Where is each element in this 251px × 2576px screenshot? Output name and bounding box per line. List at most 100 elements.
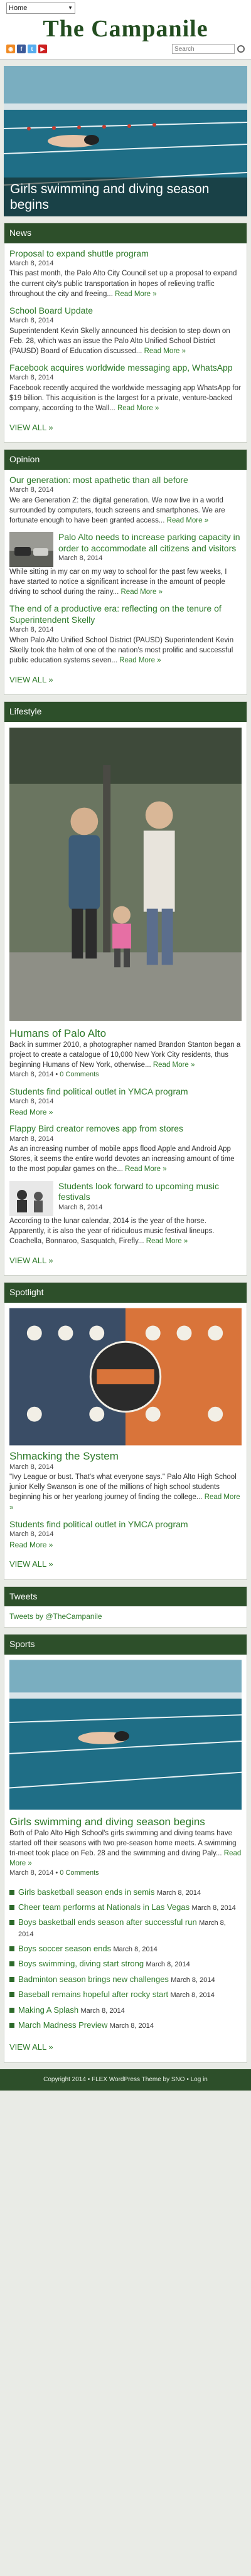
story-date: March 8, 2014 xyxy=(9,260,54,268)
rss-icon[interactable]: ◉ xyxy=(6,45,15,53)
comments-link[interactable]: 0 Comments xyxy=(60,1869,99,1877)
story-meta: March 8, 2014 • 0 Comments xyxy=(9,1071,99,1079)
story-title[interactable]: Facebook acquires worldwide messaging ap… xyxy=(9,363,242,374)
site-logo[interactable]: The Campanile xyxy=(6,16,245,41)
spotlight-section: Spotlight Shmacking the System March 8, … xyxy=(4,1282,247,1580)
story-title[interactable]: Palo Alto needs to increase parking capa… xyxy=(58,532,242,554)
headline-link[interactable]: Cheer team performs at Nationals in Las … xyxy=(18,1902,190,1912)
headline-link[interactable]: Boys basketball ends season after succes… xyxy=(18,1917,197,1927)
story-date: March 8, 2014 xyxy=(58,1203,103,1211)
page: Home ▼ The Campanile ◉ f t ▶ Search Girl… xyxy=(0,0,251,2091)
read-more-link[interactable]: Read More » xyxy=(115,290,156,298)
story-title[interactable]: Students look forward to upcoming music … xyxy=(58,1181,242,1203)
sports-photo[interactable] xyxy=(9,1660,242,1810)
read-more-link[interactable]: Read More » xyxy=(144,347,186,355)
tweets-section: Tweets Tweets by @TheCampanile xyxy=(4,1586,247,1628)
search-input[interactable] xyxy=(172,44,235,54)
nav-dropdown[interactable]: Home ▼ xyxy=(6,3,75,14)
festival-thumbnail[interactable] xyxy=(9,1180,53,1216)
story-date: March 8, 2014 xyxy=(9,486,54,494)
story-meta: March 8, 2014 • 0 Comments xyxy=(9,1869,99,1877)
read-more-link[interactable]: Read More » xyxy=(9,1108,53,1116)
bullet-icon xyxy=(9,1976,14,1982)
hero-image[interactable]: Girls swimming and diving season begins xyxy=(4,66,247,216)
headline-link[interactable]: Girls basketball season ends in semis xyxy=(18,1887,155,1897)
story-title[interactable]: Proposal to expand shuttle program xyxy=(9,248,242,260)
headline-date: March 8, 2014 xyxy=(146,1961,190,1969)
bullet-icon xyxy=(9,2023,14,2028)
list-item: Badminton season brings new challenges M… xyxy=(9,1972,242,1987)
spotlight-graphic[interactable] xyxy=(9,1308,242,1446)
story-date: March 8, 2014 xyxy=(9,1530,54,1539)
news-heading: News xyxy=(4,223,247,243)
headline-date: March 8, 2014 xyxy=(171,1976,215,1984)
search-icon[interactable] xyxy=(237,45,245,53)
view-all-news-link[interactable]: VIEW ALL » xyxy=(9,422,242,433)
story-date: March 8, 2014 xyxy=(58,554,103,563)
sports-section: Sports Girls swimming and diving season … xyxy=(4,1633,247,2063)
facebook-icon[interactable]: f xyxy=(17,45,26,53)
story-title[interactable]: Flappy Bird creator removes app from sto… xyxy=(9,1123,242,1135)
opinion-story: Palo Alto needs to increase parking capa… xyxy=(9,532,242,597)
hero-caption[interactable]: Girls swimming and diving season begins xyxy=(4,177,247,216)
nav-dropdown-value: Home xyxy=(9,4,28,12)
read-more-link[interactable]: Read More » xyxy=(125,1165,166,1173)
story-date: March 8, 2014 xyxy=(9,1135,54,1143)
comments-link[interactable]: 0 Comments xyxy=(60,1071,99,1078)
story-title[interactable]: Shmacking the System xyxy=(9,1450,242,1463)
twitter-timeline-link[interactable]: Tweets by @TheCampanile xyxy=(9,1612,102,1621)
headline-link[interactable]: March Madness Preview xyxy=(18,2020,107,2030)
headline-link[interactable]: Boys swimming, diving start strong xyxy=(18,1959,144,1968)
social-icons: ◉ f t ▶ xyxy=(6,45,47,53)
twitter-icon[interactable]: t xyxy=(28,45,36,53)
headline-date: March 8, 2014 xyxy=(191,1904,236,1912)
headline-link[interactable]: Making A Splash xyxy=(18,2005,78,2015)
story-title[interactable]: Girls swimming and diving season begins xyxy=(9,1815,242,1828)
bullet-icon xyxy=(9,1992,14,1998)
youtube-icon[interactable]: ▶ xyxy=(38,45,47,53)
site-footer: Copyright 2014 • FLEX WordPress Theme by… xyxy=(0,2069,251,2091)
story-excerpt: According to the lunar calendar, 2014 is… xyxy=(9,1217,215,1245)
spotlight-story: Students find political outlet in YMCA p… xyxy=(9,1519,242,1550)
read-more-link[interactable]: Read More » xyxy=(153,1061,195,1069)
headline-date: March 8, 2014 xyxy=(170,1991,215,2000)
story-title[interactable]: Our generation: most apathetic than all … xyxy=(9,475,242,486)
humans-photo[interactable] xyxy=(9,727,242,1022)
bullet-icon xyxy=(9,1889,14,1895)
read-more-link[interactable]: Read More » xyxy=(119,657,161,664)
view-all-lifestyle-link[interactable]: VIEW ALL » xyxy=(9,1255,242,1266)
read-more-link[interactable]: Read More » xyxy=(117,405,159,412)
story-excerpt: As an increasing number of mobile apps f… xyxy=(9,1145,235,1174)
read-more-link[interactable]: Read More » xyxy=(9,1540,53,1549)
story-date: March 8, 2014 xyxy=(9,1098,54,1106)
opinion-heading: Opinion xyxy=(4,450,247,470)
opinion-story: Our generation: most apathetic than all … xyxy=(9,475,242,526)
read-more-link[interactable]: Read More » xyxy=(121,588,163,596)
headline-link[interactable]: Baseball remains hopeful after rocky sta… xyxy=(18,1990,168,1999)
bullet-icon xyxy=(9,2007,14,2013)
view-all-spotlight-link[interactable]: VIEW ALL » xyxy=(9,1559,242,1570)
headline-date: March 8, 2014 xyxy=(156,1889,201,1897)
story-title[interactable]: Students find political outlet in YMCA p… xyxy=(9,1519,242,1530)
story-excerpt: Both of Palo Alto High School's girls sw… xyxy=(9,1829,242,1868)
tweets-heading: Tweets xyxy=(4,1586,247,1607)
headline-link[interactable]: Badminton season brings new challenges xyxy=(18,1974,169,1984)
headline-link[interactable]: Boys soccer season ends xyxy=(18,1944,111,1953)
lifestyle-story: Students look forward to upcoming music … xyxy=(9,1180,242,1246)
list-item: Boys soccer season ends March 8, 2014 xyxy=(9,1941,242,1956)
read-more-link[interactable]: Read More » xyxy=(146,1238,188,1245)
view-all-opinion-link[interactable]: VIEW ALL » xyxy=(9,674,242,686)
opinion-story: The end of a productive era: reflecting … xyxy=(9,603,242,665)
story-title[interactable]: Students find political outlet in YMCA p… xyxy=(9,1086,242,1098)
story-title[interactable]: The end of a productive era: reflecting … xyxy=(9,603,242,625)
view-all-sports-link[interactable]: VIEW ALL » xyxy=(9,2042,242,2053)
news-story: Facebook acquires worldwide messaging ap… xyxy=(9,363,242,413)
story-excerpt: When Palo Alto Unified School District (… xyxy=(9,636,234,664)
story-excerpt: Facebook recently acquired the worldwide… xyxy=(9,384,241,413)
read-more-link[interactable]: Read More » xyxy=(167,517,208,524)
story-title[interactable]: School Board Update xyxy=(9,305,242,317)
sports-headline-list: Girls basketball season ends in semis Ma… xyxy=(9,1885,242,2033)
parking-thumbnail[interactable] xyxy=(9,532,53,568)
lifestyle-story: Students find political outlet in YMCA p… xyxy=(9,1086,242,1118)
story-title[interactable]: Humans of Palo Alto xyxy=(9,1027,242,1040)
